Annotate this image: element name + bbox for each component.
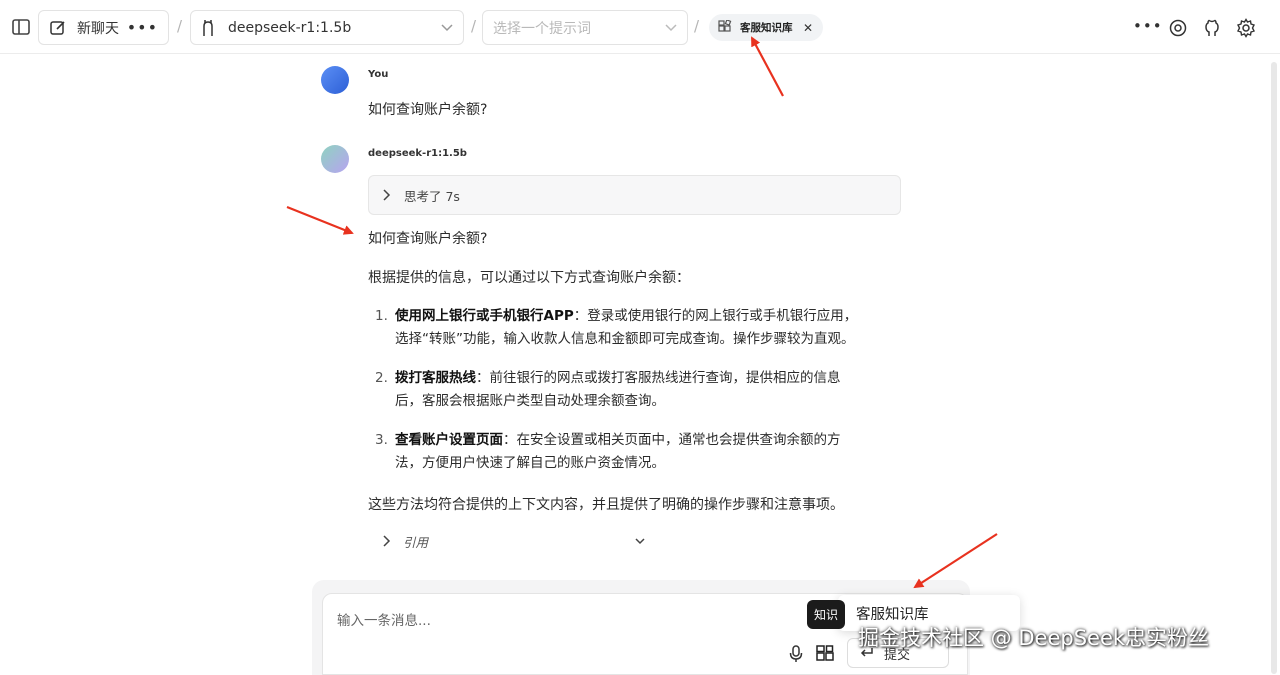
list-item: 拨打客服热线：前往银行的网点或拨打客服热线进行查询，提供相应的信息后，客服会根据… — [395, 367, 865, 413]
chevron-down-icon — [635, 537, 645, 545]
scrollbar[interactable] — [1271, 62, 1277, 674]
answer-outro: 这些方法均符合提供的上下文内容，并且提供了明确的操作步骤和注意事项。 — [368, 497, 844, 513]
list-item: 使用网上银行或手机银行APP：登录或使用银行的网上银行或手机银行应用，选择“转账… — [395, 305, 865, 351]
knowledge-chip-label: 客服知识库 — [740, 22, 793, 34]
llama-icon — [200, 19, 216, 37]
breadcrumb-separator: / — [177, 17, 183, 35]
close-icon[interactable]: ✕ — [803, 21, 813, 35]
chevron-right-icon — [383, 535, 391, 547]
user-message: 如何查询账户余额? — [368, 102, 488, 118]
sidebar-toggle-icon[interactable] — [8, 14, 34, 40]
avatar — [321, 66, 349, 94]
new-chat-button[interactable]: 新聊天 ••• — [38, 10, 169, 45]
message-placeholder: 输入一条消息... — [337, 613, 431, 629]
more-menu-icon[interactable]: ••• — [1133, 17, 1163, 35]
avatar — [321, 145, 349, 173]
chevron-down-icon — [665, 23, 677, 32]
citation-toggle[interactable]: 引用 — [383, 531, 653, 551]
more-options-icon[interactable]: ••• — [127, 18, 158, 37]
model-selector[interactable]: deepseek-r1:1.5b — [190, 10, 464, 45]
list-item-title: 使用网上银行或手机银行APP — [395, 308, 574, 324]
list-item-title: 拨打客服热线 — [395, 370, 476, 386]
chevron-right-icon — [383, 189, 391, 201]
new-chat-label: 新聊天 — [77, 20, 119, 37]
arrow-to-answer — [286, 205, 354, 235]
answer-intro: 根据提供的信息，可以通过以下方式查询账户余额： — [368, 270, 690, 286]
chevron-down-icon — [441, 23, 453, 32]
answer-title: 如何查询账户余额? — [368, 231, 488, 247]
list-item: 查看账户设置页面：在安全设置或相关页面中，通常也会提供查询余额的方法，方便用户快… — [395, 429, 865, 475]
github-icon[interactable] — [1201, 17, 1223, 39]
knowledge-icon[interactable] — [815, 644, 835, 664]
settings-cog-icon[interactable] — [1167, 17, 1189, 39]
list-number: 3. — [375, 432, 388, 448]
popup-item-label[interactable]: 客服知识库 — [856, 603, 929, 624]
list-number: 1. — [375, 308, 388, 324]
thinking-panel[interactable]: 思考了 7s — [368, 175, 901, 215]
prompt-placeholder: 选择一个提示词 — [493, 20, 591, 37]
knowledge-tooltip: 知识 — [807, 600, 845, 629]
list-item-title: 查看账户设置页面 — [395, 432, 503, 448]
top-bar: 新聊天 ••• / deepseek-r1:1.5b / 选择一个提示词 / 客… — [0, 0, 1280, 54]
user-name: You — [368, 69, 389, 80]
gear-icon[interactable] — [1235, 17, 1257, 39]
breadcrumb-separator: / — [694, 17, 700, 35]
microphone-icon[interactable] — [787, 644, 805, 664]
grid-icon — [718, 20, 733, 35]
prompt-selector[interactable]: 选择一个提示词 — [482, 10, 688, 45]
list-number: 2. — [375, 370, 388, 386]
knowledge-base-chip[interactable]: 客服知识库 ✕ — [709, 14, 823, 41]
breadcrumb-separator: / — [471, 17, 477, 35]
bot-name: deepseek-r1:1.5b — [368, 148, 467, 159]
watermark: 掘金技术社区 @ DeepSeek忠实粉丝 — [858, 626, 1210, 650]
thinking-label: 思考了 7s — [404, 188, 460, 204]
edit-icon — [49, 19, 67, 37]
citation-label: 引用 — [403, 534, 429, 550]
model-name: deepseek-r1:1.5b — [228, 19, 352, 36]
